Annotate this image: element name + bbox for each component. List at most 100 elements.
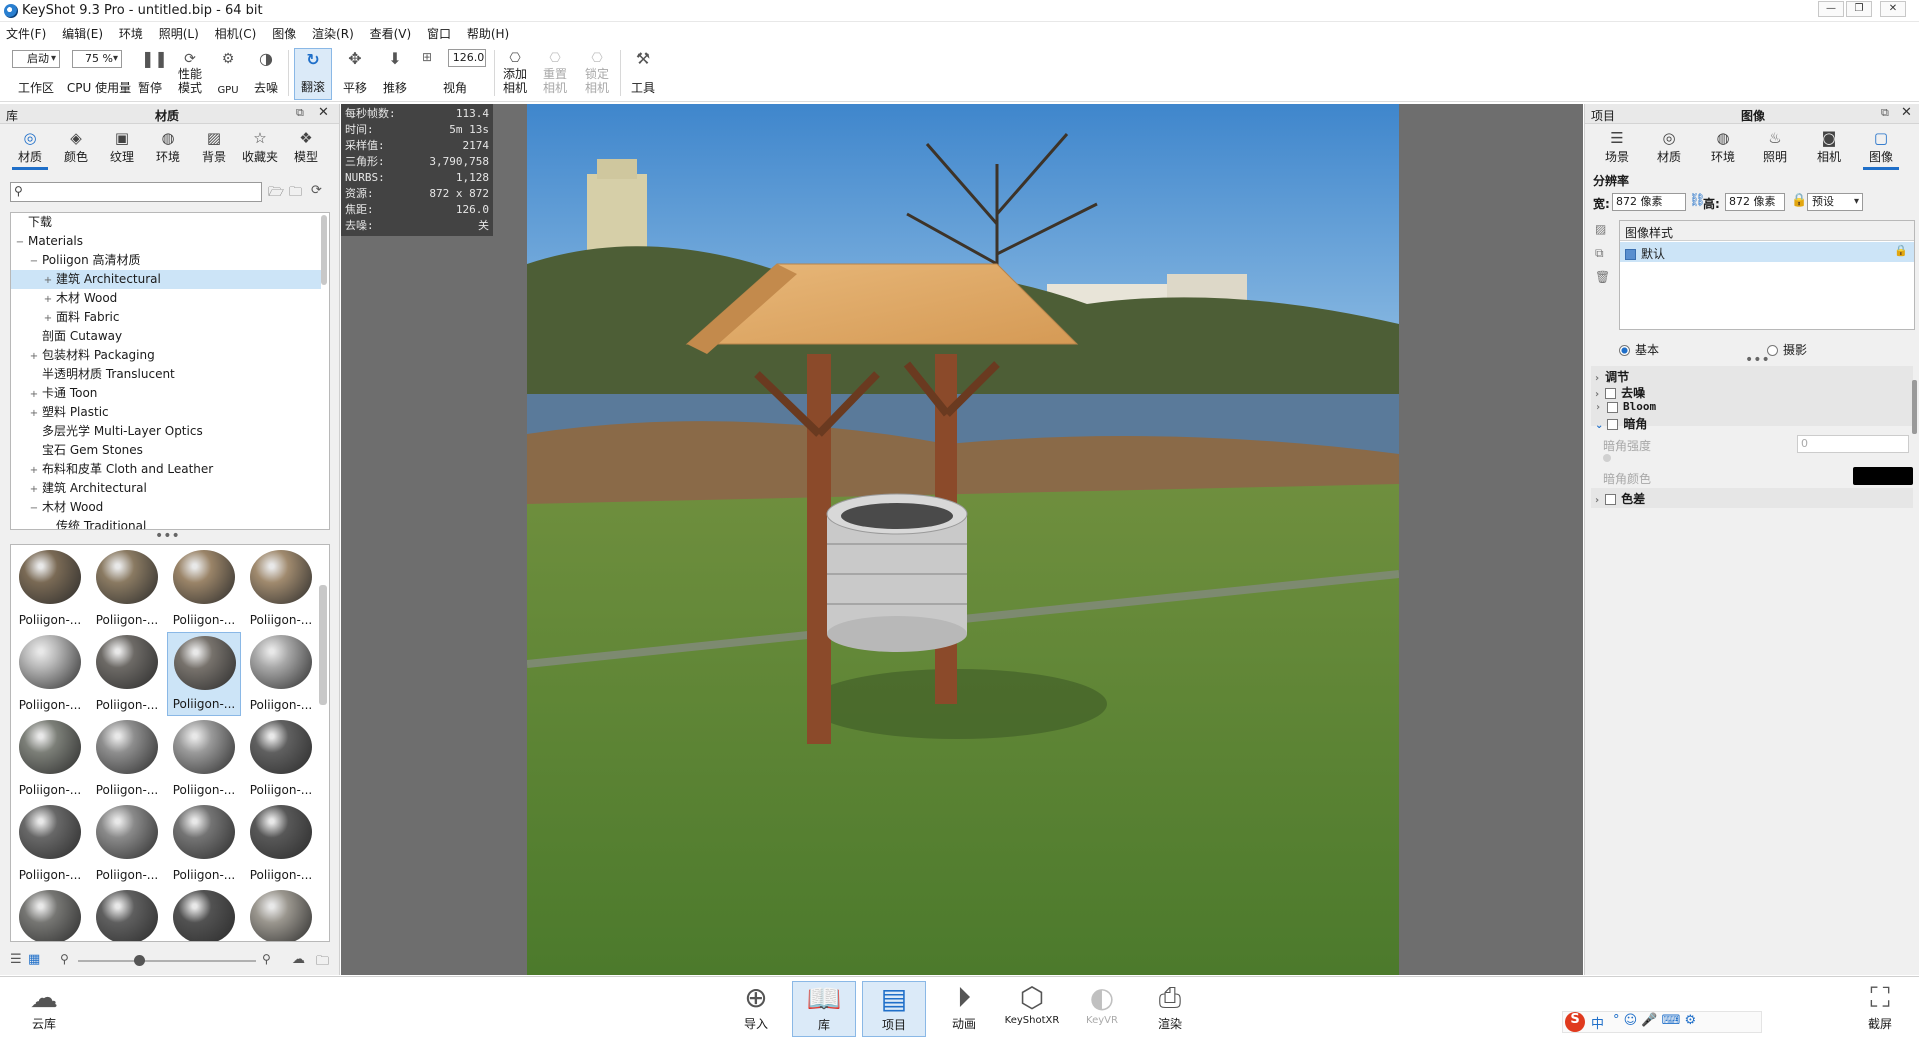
tab-camera[interactable]: ◙ 相机: [1807, 126, 1851, 170]
material-thumbnail[interactable]: Poliigon-...: [244, 632, 318, 716]
grid-view-icon[interactable]: ▦: [28, 952, 40, 967]
delete-icon[interactable]: 🗑: [1595, 270, 1610, 284]
mode-basic-radio[interactable]: 基本: [1619, 341, 1659, 358]
tab-environment[interactable]: ◍ 环境: [1701, 126, 1745, 170]
adjust-row[interactable]: › 调节: [1595, 368, 1629, 385]
restore-button[interactable]: ❐: [1846, 1, 1872, 17]
tab-colors[interactable]: ◈ 颜色: [54, 126, 98, 170]
vignette-row[interactable]: ⌄ 暗角: [1595, 415, 1647, 432]
material-thumbnail[interactable]: Poliigon-...: [90, 547, 164, 631]
material-thumbnail[interactable]: Poliigon-...: [13, 887, 87, 941]
bloom-checkbox[interactable]: [1607, 401, 1619, 413]
dolly-button[interactable]: ⬇ 推移: [378, 48, 412, 100]
material-thumbnail[interactable]: Poliigon-...: [167, 887, 241, 941]
material-thumbnail[interactable]: Poliigon-...: [13, 547, 87, 631]
collapse-icon[interactable]: −: [29, 499, 39, 518]
cloud-upload-icon[interactable]: ☁: [292, 952, 305, 967]
tab-material[interactable]: ◎ 材质: [1647, 126, 1691, 170]
material-thumbnail[interactable]: Poliigon-...: [244, 547, 318, 631]
keyvr-button[interactable]: ◐ KeyVR: [1070, 981, 1134, 1037]
denoise-row[interactable]: › 去噪: [1595, 384, 1645, 401]
cloud-library-button[interactable]: ☁ 云库: [12, 981, 76, 1037]
vignette-strength-input[interactable]: 0: [1797, 435, 1909, 453]
material-thumbnail[interactable]: Poliigon-...: [90, 802, 164, 886]
tree-item[interactable]: + 木材 Wood: [11, 289, 321, 308]
fov-input[interactable]: 126.0: [448, 49, 486, 67]
menu-window[interactable]: 窗口: [421, 22, 457, 42]
tree-item[interactable]: 剖面 Cutaway: [11, 327, 321, 346]
performance-mode-button[interactable]: ⟳ 性能 模式: [170, 48, 210, 100]
tree-item[interactable]: 宝石 Gem Stones: [11, 441, 321, 460]
tree-item[interactable]: + 建筑 Architectural: [11, 270, 321, 289]
tab-backgrounds[interactable]: ▨ 背景: [192, 126, 236, 170]
lock-icon[interactable]: 🔒: [1791, 193, 1807, 208]
material-thumbnail[interactable]: Poliigon-...: [13, 717, 87, 801]
material-thumbnail[interactable]: Poliigon-...: [244, 717, 318, 801]
menu-image[interactable]: 图像: [266, 22, 302, 42]
project-button[interactable]: ▤ 项目: [862, 981, 926, 1037]
keyshotxr-button[interactable]: ⬡ KeyShotXR: [1000, 981, 1064, 1037]
menu-edit[interactable]: 编辑(E): [56, 22, 109, 42]
library-button[interactable]: 📖 库: [792, 981, 856, 1037]
close-icon[interactable]: ✕: [1901, 105, 1912, 120]
thumbnail-size-slider[interactable]: [78, 960, 256, 962]
menu-file[interactable]: 文件(F): [0, 22, 52, 42]
tree-item[interactable]: − Materials: [11, 232, 321, 251]
tools-button[interactable]: ⚒ 工具: [626, 48, 660, 100]
close-icon[interactable]: ✕: [318, 105, 329, 120]
mode-photographic-radio[interactable]: 摄影: [1767, 341, 1807, 358]
expand-icon[interactable]: +: [43, 309, 53, 328]
folder-add-icon[interactable]: 🗀: [289, 183, 302, 205]
material-thumbnail[interactable]: Poliigon-...: [167, 632, 241, 716]
tree-item[interactable]: 下载: [11, 213, 321, 232]
expand-icon[interactable]: +: [29, 385, 39, 404]
denoise-button[interactable]: ◑ 去噪: [250, 48, 282, 100]
duplicate-style-icon[interactable]: ⧉: [1595, 246, 1604, 261]
tree-item[interactable]: + 塑料 Plastic: [11, 403, 321, 422]
scrollbar[interactable]: [321, 215, 327, 285]
tab-materials[interactable]: ◎ 材质: [8, 126, 52, 170]
gpu-button[interactable]: ⚙ GPU: [212, 48, 244, 100]
tab-models[interactable]: ❖ 模型: [284, 126, 328, 170]
bloom-row[interactable]: › Bloom: [1595, 400, 1656, 413]
expand-icon[interactable]: +: [43, 290, 53, 309]
undock-icon[interactable]: ⧉: [296, 106, 304, 120]
tab-textures[interactable]: ▣ 纹理: [100, 126, 144, 170]
tab-lighting[interactable]: ♨ 照明: [1753, 126, 1797, 170]
menu-view[interactable]: 查看(V): [364, 22, 418, 42]
material-thumbnail[interactable]: Poliigon-...: [90, 717, 164, 801]
expand-icon[interactable]: +: [29, 347, 39, 366]
tree-item[interactable]: + 面料 Fabric: [11, 308, 321, 327]
animation-button[interactable]: ⏵ 动画: [932, 981, 996, 1037]
image-style-item-default[interactable]: 默认 🔒: [1620, 242, 1914, 262]
slider-handle[interactable]: [134, 955, 145, 966]
material-thumbnail[interactable]: Poliigon-...: [167, 802, 241, 886]
import-button[interactable]: ⊕ 导入: [724, 981, 788, 1037]
render-button[interactable]: ⎙ 渲染: [1138, 981, 1202, 1037]
undock-icon[interactable]: ⧉: [1881, 106, 1889, 120]
material-thumbnail[interactable]: Poliigon-...: [90, 632, 164, 716]
vignette-color-swatch[interactable]: [1853, 467, 1913, 485]
add-camera-button[interactable]: ⎔ 添加 相机: [498, 48, 532, 100]
scrollbar[interactable]: [1912, 380, 1917, 434]
zoom-out-icon[interactable]: ⚲: [60, 952, 69, 966]
menu-lighting[interactable]: 照明(L): [153, 22, 205, 42]
collapse-icon[interactable]: −: [15, 233, 25, 252]
menu-render[interactable]: 渲染(R): [306, 22, 360, 42]
material-thumbnail[interactable]: Poliigon-...: [90, 887, 164, 941]
splitter-dots-icon[interactable]: •••: [155, 529, 180, 543]
material-thumbnail[interactable]: Poliigon-...: [167, 717, 241, 801]
add-style-icon[interactable]: ▨: [1595, 222, 1606, 236]
vignette-strength-slider[interactable]: [1603, 454, 1611, 462]
tree-item[interactable]: + 包装材料 Packaging: [11, 346, 321, 365]
expand-icon[interactable]: +: [29, 461, 39, 480]
denoise-checkbox[interactable]: [1605, 388, 1617, 399]
reset-camera-button[interactable]: ⎔ 重置 相机: [538, 48, 572, 100]
material-thumbnail[interactable]: Poliigon-...: [13, 802, 87, 886]
pause-button[interactable]: ❚❚ 暂停: [134, 48, 168, 100]
render-image[interactable]: [527, 104, 1399, 975]
menu-help[interactable]: 帮助(H): [461, 22, 515, 42]
expand-icon[interactable]: +: [29, 480, 39, 499]
tree-item[interactable]: 多层光学 Multi-Layer Optics: [11, 422, 321, 441]
tree-item[interactable]: 半透明材质 Translucent: [11, 365, 321, 384]
